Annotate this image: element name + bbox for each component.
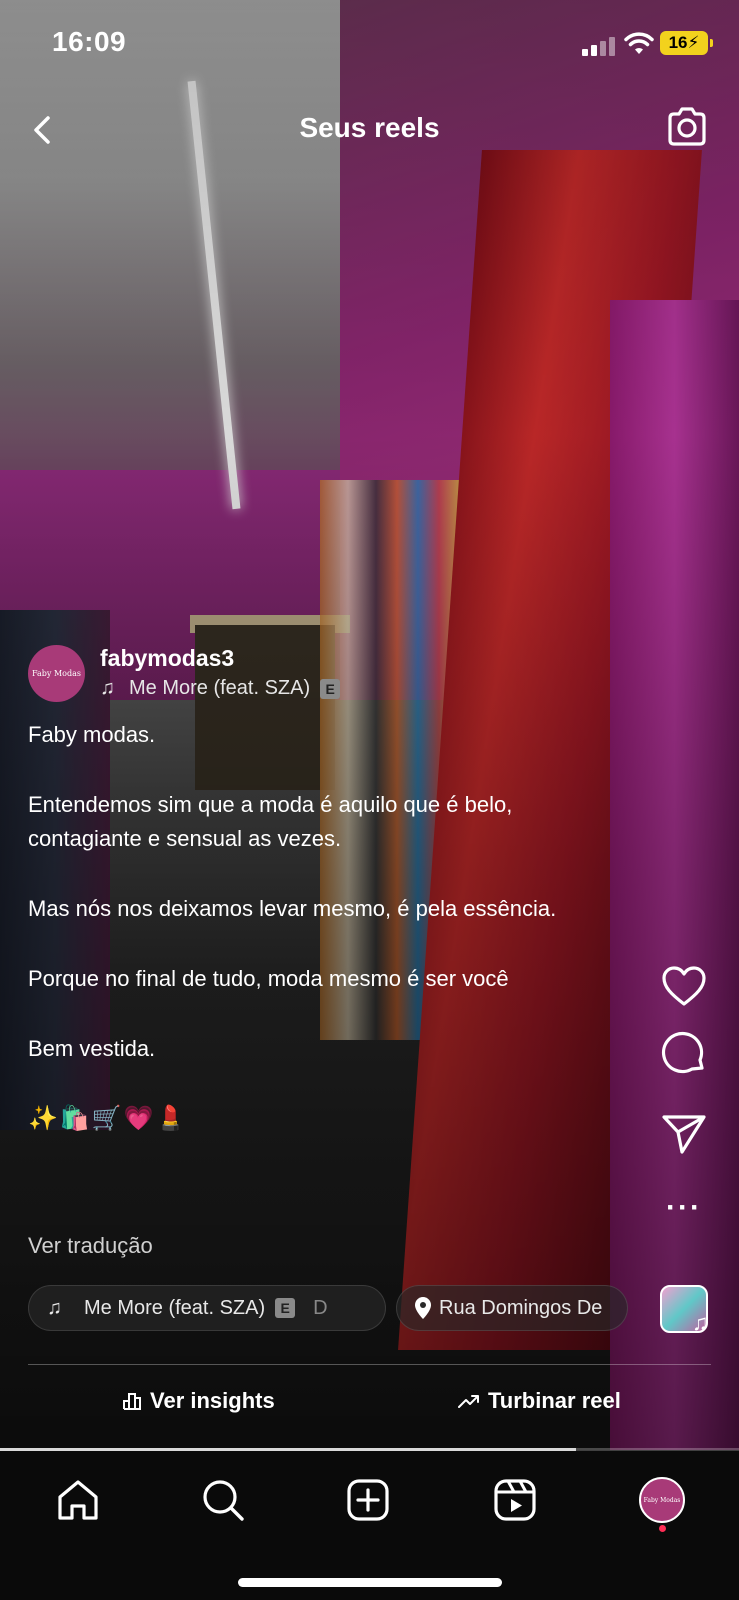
explicit-badge: E xyxy=(320,678,341,699)
home-indicator xyxy=(238,1578,502,1587)
notification-dot xyxy=(659,1525,666,1532)
caption-emojis: ✨🛍️🛒💗💄 xyxy=(28,1105,188,1132)
music-note-icon: ♫ xyxy=(100,677,115,699)
nav-home[interactable] xyxy=(53,1475,103,1525)
audio-chip-overflow: D xyxy=(313,1296,328,1319)
avatar-text: Faby Modas xyxy=(643,1496,681,1504)
translate-link[interactable]: Ver tradução xyxy=(28,1233,153,1259)
view-insights-button[interactable]: Ver insights xyxy=(122,1388,275,1414)
location-chip[interactable]: Rua Domingos De xyxy=(396,1285,628,1331)
nav-reels[interactable] xyxy=(490,1475,540,1525)
send-icon xyxy=(662,1115,706,1154)
username[interactable]: fabymodas3 xyxy=(100,645,234,672)
trending-up-icon xyxy=(458,1395,479,1408)
battery-icon: 16⚡ xyxy=(660,31,713,55)
share-button[interactable] xyxy=(654,1108,714,1160)
heart-icon xyxy=(662,966,706,1006)
location-label: Rua Domingos De xyxy=(439,1296,603,1319)
home-icon xyxy=(58,1480,98,1520)
battery-level: 16 xyxy=(668,33,688,52)
nav-profile[interactable]: Faby Modas xyxy=(637,1475,687,1525)
nav-search[interactable] xyxy=(198,1475,248,1525)
signal-icon xyxy=(582,36,618,56)
audio-title: Me More (feat. SZA) xyxy=(129,677,311,699)
reel-actions: Ver insights Turbinar reel xyxy=(0,1380,739,1430)
bar-chart-icon xyxy=(123,1393,141,1410)
comment-button[interactable] xyxy=(654,1026,714,1078)
post-caption: Faby modas. Entendemos sim que a moda é … xyxy=(28,718,628,1136)
caption-line: Mas nós nos deixamos levar mesmo, é pela… xyxy=(28,896,557,921)
explicit-badge: E xyxy=(275,1298,296,1318)
audio-info[interactable]: ♫ Me More (feat. SZA) E xyxy=(100,677,341,700)
status-time: 16:09 xyxy=(52,26,127,57)
caption-line: Bem vestida. xyxy=(28,1036,156,1061)
boost-reel-button[interactable]: Turbinar reel xyxy=(458,1388,621,1414)
wifi-icon xyxy=(624,32,654,54)
audio-chip[interactable]: ♫ Me More (feat. SZA) E D xyxy=(28,1285,386,1331)
nav-create[interactable] xyxy=(343,1475,393,1525)
status-bar: 16:09 16⚡ xyxy=(0,0,739,90)
reels-icon xyxy=(494,1479,536,1521)
caption-line: Porque no final de tudo, moda mesmo é se… xyxy=(28,966,509,991)
more-icon: ··· xyxy=(666,1191,702,1224)
avatar-text: Faby Modas xyxy=(32,669,81,678)
view-insights-label: Ver insights xyxy=(150,1388,275,1413)
audio-chip-label: Me More (feat. SZA) xyxy=(84,1296,266,1319)
post-chips: ♫ Me More (feat. SZA) E D Rua Domingos D… xyxy=(28,1285,628,1331)
music-note-icon: ♫ xyxy=(692,1310,709,1335)
camera-icon[interactable] xyxy=(664,104,710,150)
add-icon xyxy=(347,1479,389,1521)
caption-line: Faby modas. xyxy=(28,722,156,747)
location-pin-icon xyxy=(415,1297,431,1319)
avatar: Faby Modas xyxy=(639,1477,685,1523)
boost-reel-label: Turbinar reel xyxy=(488,1388,621,1413)
search-icon xyxy=(203,1480,244,1521)
more-button[interactable]: ··· xyxy=(654,1182,714,1234)
header: Seus reels xyxy=(0,100,739,160)
page-title: Seus reels xyxy=(299,112,440,143)
caption-line: Entendemos sim que a moda é aquilo que é… xyxy=(28,792,513,851)
avatar[interactable]: Faby Modas xyxy=(28,645,85,702)
music-note-icon: ♫ xyxy=(47,1296,62,1319)
divider xyxy=(28,1364,711,1365)
post-author[interactable]: Faby Modas fabymodas3 ♫ Me More (feat. S… xyxy=(28,645,448,705)
comment-icon xyxy=(661,1032,704,1074)
like-button[interactable] xyxy=(654,960,714,1012)
